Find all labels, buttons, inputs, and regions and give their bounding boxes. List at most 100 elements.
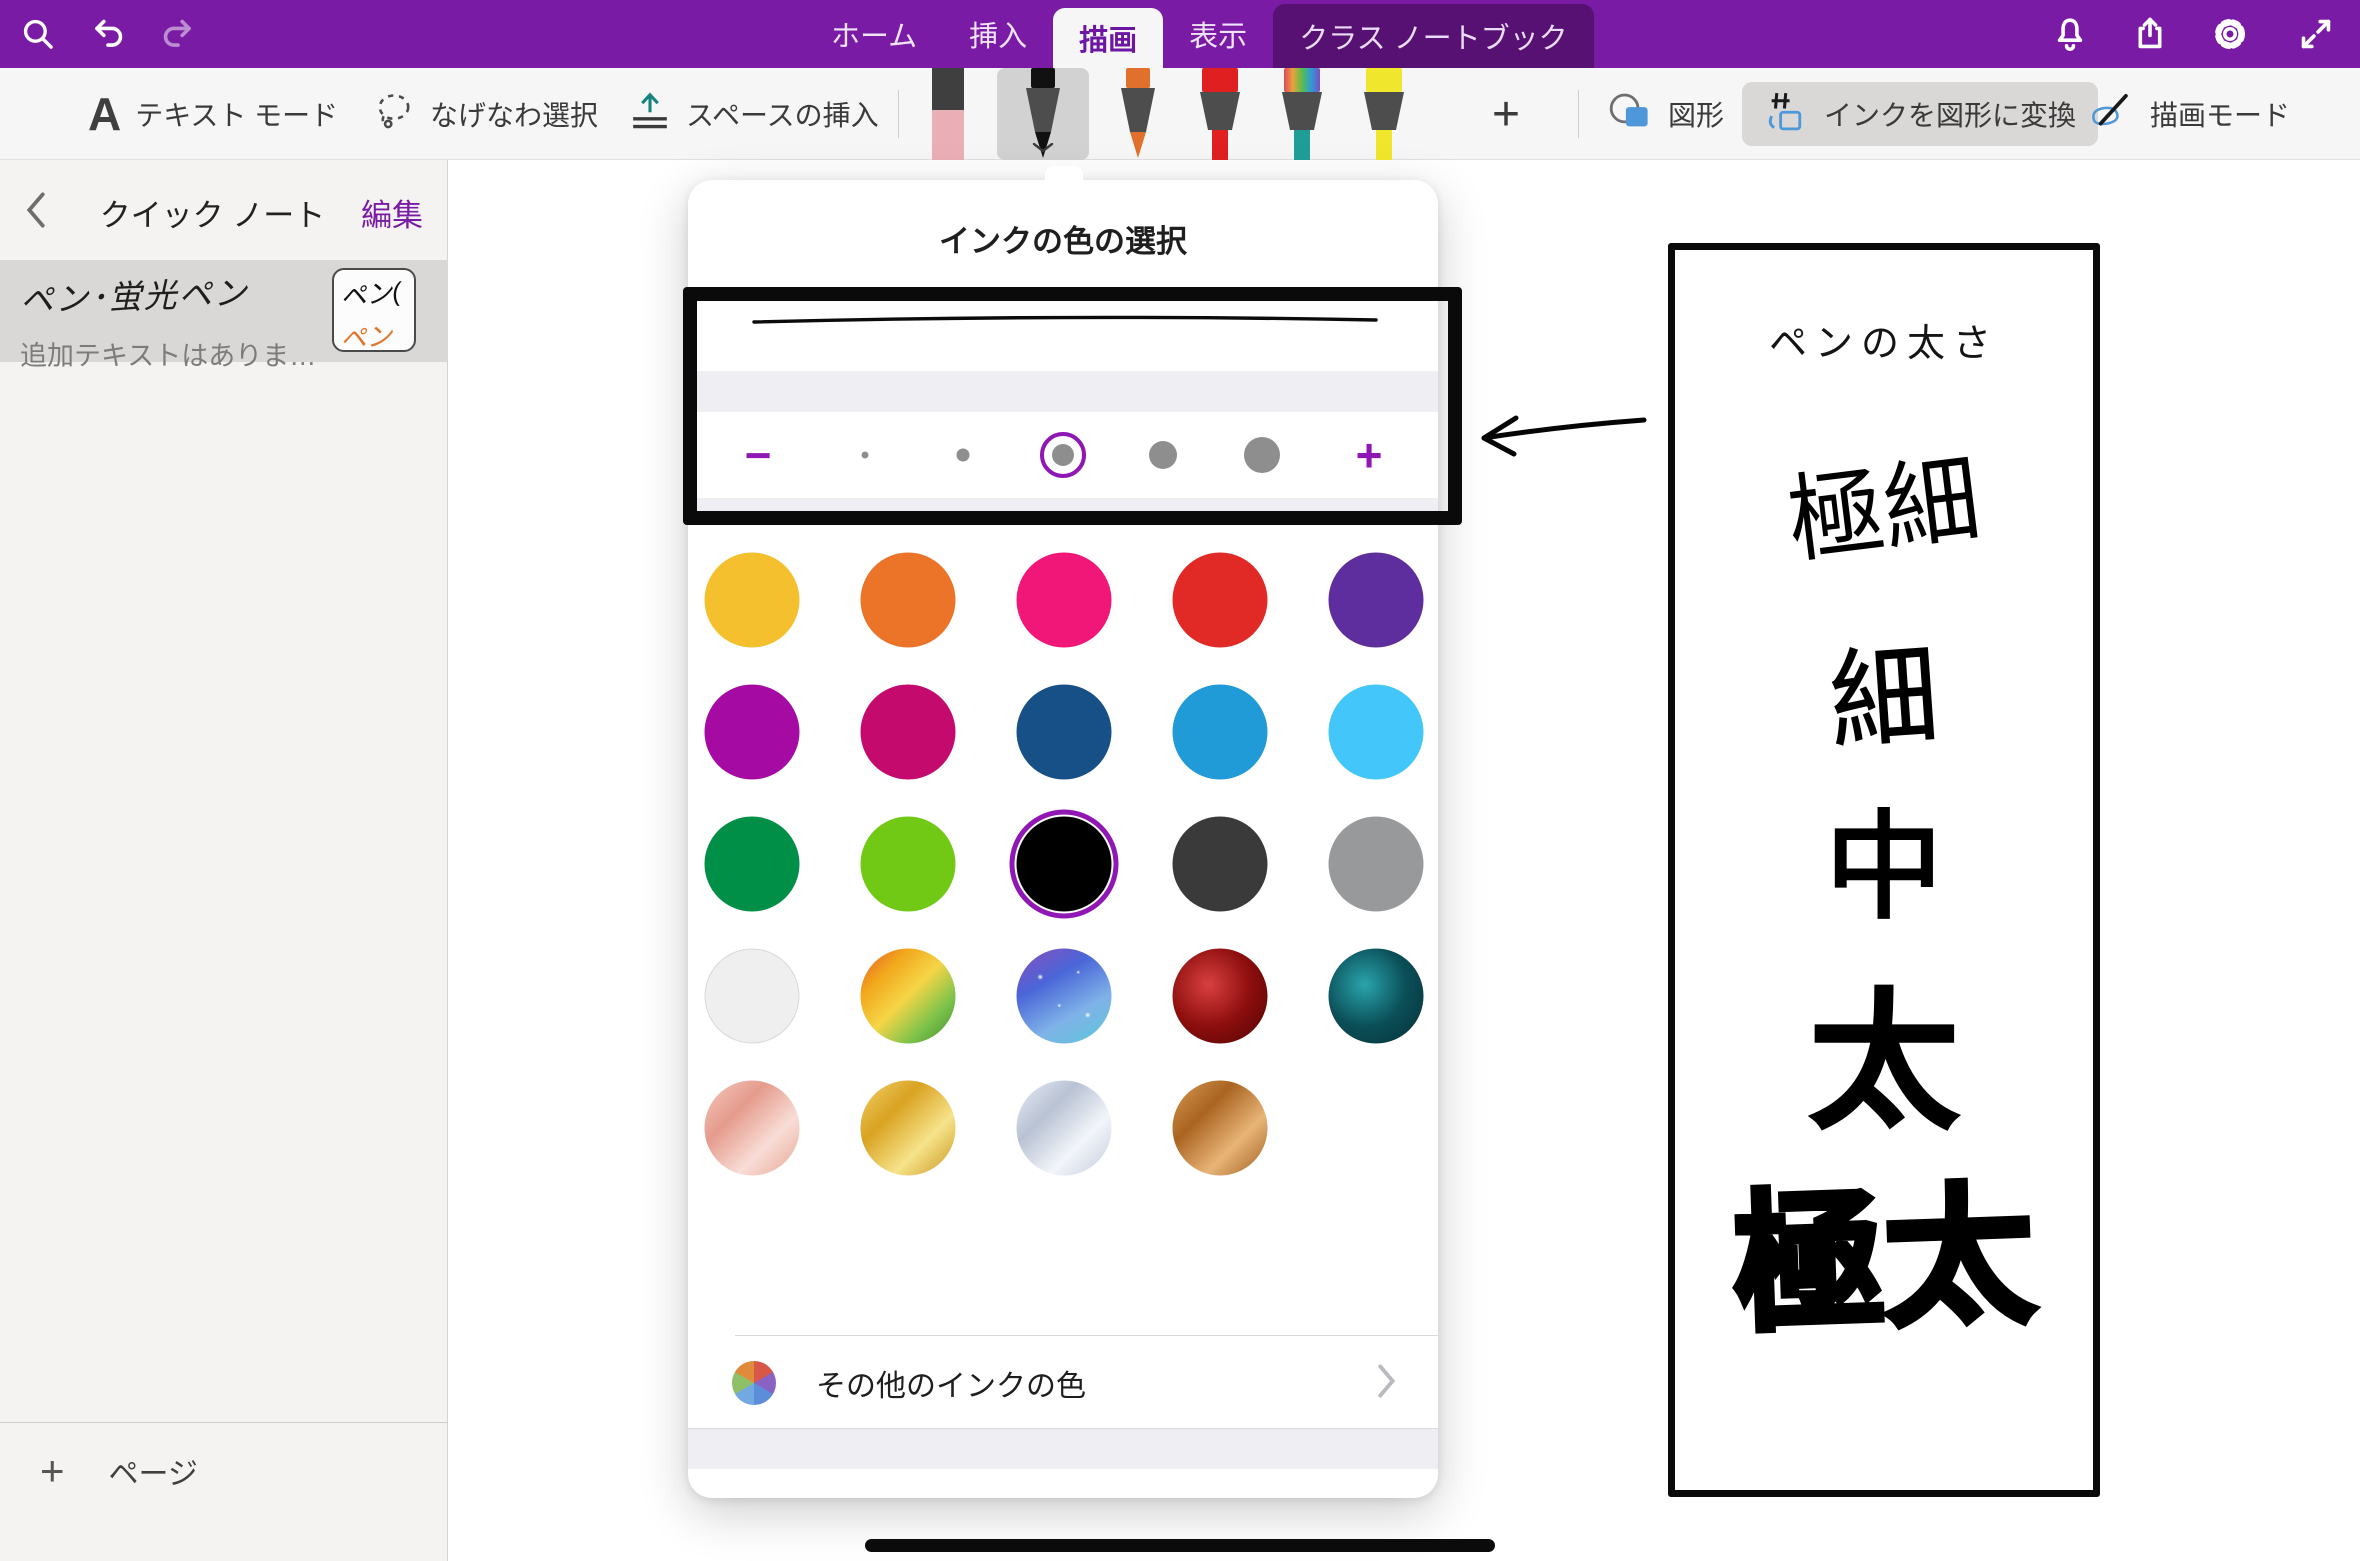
pen-thickness-title: ペンの太さ bbox=[1675, 312, 2093, 367]
color-swatch-gold-glitter[interactable] bbox=[861, 949, 956, 1044]
notebook-title: クイック ノート bbox=[64, 190, 361, 235]
thickness-sample-extra-fine: 極細 bbox=[1671, 438, 2098, 584]
thickness-sample-fine: 細 bbox=[1672, 631, 2097, 768]
color-swatch-galaxy[interactable] bbox=[1017, 949, 1112, 1044]
lasso-icon bbox=[372, 89, 416, 140]
more-ink-colors-label: その他のインクの色 bbox=[816, 1361, 1376, 1405]
chevron-down-icon[interactable] bbox=[1032, 140, 1054, 158]
size-dot-option[interactable] bbox=[1149, 441, 1177, 469]
search-icon[interactable] bbox=[8, 0, 68, 68]
lasso-select-button[interactable]: なげなわ選択 bbox=[372, 68, 598, 160]
size-dot-option[interactable] bbox=[957, 449, 970, 462]
add-pen-button[interactable]: + bbox=[1492, 68, 1520, 160]
color-swatch-purple[interactable] bbox=[1329, 553, 1424, 648]
thumbnail-ink-line: ペン bbox=[339, 315, 409, 352]
pen-size-picker: − + bbox=[688, 412, 1438, 498]
page-sidebar: クイック ノート 編集 ペン･蛍光ペン 追加テキストはありま… ペン( ペン +… bbox=[0, 160, 448, 1561]
color-swatch-green[interactable] bbox=[705, 817, 800, 912]
color-swatch-gray[interactable] bbox=[1329, 817, 1424, 912]
ribbon-tabs: ホーム 挿入 描画 表示 クラス ノートブック bbox=[805, 0, 1594, 68]
edit-button[interactable]: 編集 bbox=[361, 190, 423, 235]
color-swatch-bronze[interactable] bbox=[1173, 1081, 1268, 1176]
plus-icon: + bbox=[40, 1447, 65, 1495]
sidebar-header: クイック ノート 編集 bbox=[0, 172, 447, 252]
add-page-label: ページ bbox=[109, 1449, 198, 1493]
ink-to-shape-button[interactable]: インクを図形に変換 bbox=[1742, 82, 2098, 146]
page-list-item[interactable]: ペン･蛍光ペン 追加テキストはありま… ペン( ペン bbox=[0, 260, 448, 362]
shapes-label: 図形 bbox=[1668, 94, 1724, 134]
text-mode-button[interactable]: A テキスト モード bbox=[88, 68, 338, 160]
color-swatch-dark-blue[interactable] bbox=[1017, 685, 1112, 780]
top-bar: ホーム 挿入 描画 表示 クラス ノートブック bbox=[0, 0, 2360, 68]
size-increase-button[interactable]: + bbox=[1356, 432, 1383, 478]
color-swatch-orange[interactable] bbox=[861, 553, 956, 648]
lasso-select-label: なげなわ選択 bbox=[430, 94, 598, 134]
insert-space-button[interactable]: スペースの挿入 bbox=[628, 68, 879, 160]
color-swatch-dark-pink[interactable] bbox=[861, 685, 956, 780]
redo-icon bbox=[148, 0, 208, 68]
shapes-button[interactable]: 図形 bbox=[1608, 68, 1724, 160]
black-pen-tool[interactable] bbox=[997, 68, 1089, 160]
undo-icon[interactable] bbox=[78, 0, 138, 68]
popover-arrow bbox=[1045, 166, 1083, 182]
color-swatch-dark-gray[interactable] bbox=[1173, 817, 1268, 912]
popover-title: インクの色の選択 bbox=[688, 216, 1438, 261]
stroke-preview bbox=[750, 312, 1380, 328]
color-swatch-silver[interactable] bbox=[1017, 1081, 1112, 1176]
tab-class-notebook[interactable]: クラス ノートブック bbox=[1273, 4, 1593, 68]
color-swatch-light-blue[interactable] bbox=[1329, 685, 1424, 780]
plus-icon: + bbox=[1492, 87, 1520, 142]
pen-tray bbox=[915, 68, 1417, 160]
tab-view[interactable]: 表示 bbox=[1163, 0, 1273, 68]
pen-thickness-box: ペンの太さ 極細細中太極太 bbox=[1668, 243, 2100, 1497]
pen-thickness-samples: 極細細中太極太 bbox=[1675, 463, 2093, 1335]
letter-a-icon: A bbox=[88, 87, 121, 141]
section-band bbox=[688, 371, 1438, 412]
color-swatch-red[interactable] bbox=[1173, 553, 1268, 648]
more-ink-colors-row[interactable]: その他のインクの色 bbox=[688, 1352, 1438, 1414]
color-swatch-red-marble[interactable] bbox=[1173, 949, 1268, 1044]
draw-toolbar: A テキスト モード なげなわ選択 スペースの挿入 + 図形 bbox=[0, 68, 2360, 160]
popup-divider bbox=[735, 1335, 1438, 1336]
size-dot-option[interactable] bbox=[862, 452, 869, 459]
thickness-sample-extra-bold: 極太 bbox=[1673, 1178, 2096, 1342]
color-swatch-pink[interactable] bbox=[1017, 553, 1112, 648]
red-marker-tool[interactable] bbox=[1187, 68, 1253, 160]
color-swatch-gold[interactable] bbox=[861, 1081, 956, 1176]
section-band bbox=[688, 498, 1438, 525]
share-icon[interactable] bbox=[2120, 0, 2180, 68]
size-decrease-button[interactable]: − bbox=[745, 432, 772, 478]
color-swatch-light-green[interactable] bbox=[861, 817, 956, 912]
tab-home[interactable]: ホーム bbox=[805, 0, 943, 68]
thumbnail-ink-line: ペン( bbox=[338, 271, 409, 315]
ink-color-popover: インクの色の選択 − + その他のインクの色 bbox=[688, 180, 1438, 1498]
draw-mode-button[interactable]: 描画モード bbox=[2088, 68, 2290, 160]
rainbow-pen-tool[interactable] bbox=[1269, 68, 1335, 160]
tab-draw[interactable]: 描画 bbox=[1053, 8, 1163, 68]
size-dot-option-selected[interactable] bbox=[1052, 444, 1074, 466]
size-dot-option[interactable] bbox=[1244, 437, 1280, 473]
color-swatch-yellow[interactable] bbox=[705, 553, 800, 648]
color-swatch-rose-gold[interactable] bbox=[705, 1081, 800, 1176]
color-swatch-magenta[interactable] bbox=[705, 685, 800, 780]
home-indicator[interactable] bbox=[865, 1539, 1495, 1552]
back-chevron-icon[interactable] bbox=[24, 191, 64, 234]
draw-mode-label: 描画モード bbox=[2150, 94, 2290, 134]
thickness-sample-medium: 中 bbox=[1675, 809, 2093, 927]
text-mode-label: テキスト モード bbox=[135, 94, 338, 134]
expand-icon[interactable] bbox=[2286, 0, 2346, 68]
eraser-tool[interactable] bbox=[915, 68, 981, 160]
settings-gear-icon[interactable] bbox=[2200, 0, 2260, 68]
yellow-highlighter-tool[interactable] bbox=[1351, 68, 1417, 160]
onenote-app: ホーム 挿入 描画 表示 クラス ノートブック A テキスト モード な bbox=[0, 0, 2360, 1561]
chevron-right-icon bbox=[1376, 1363, 1398, 1404]
add-page-button[interactable]: + ページ bbox=[0, 1436, 447, 1506]
color-swatch-black[interactable] bbox=[1017, 817, 1112, 912]
notifications-bell-icon[interactable] bbox=[2040, 0, 2100, 68]
color-swatch-teal-smoke[interactable] bbox=[1329, 949, 1424, 1044]
section-band bbox=[688, 1429, 1438, 1469]
tab-insert[interactable]: 挿入 bbox=[943, 0, 1053, 68]
orange-pen-tool[interactable] bbox=[1105, 68, 1171, 160]
color-swatch-white[interactable] bbox=[705, 949, 800, 1044]
color-swatch-blue[interactable] bbox=[1173, 685, 1268, 780]
